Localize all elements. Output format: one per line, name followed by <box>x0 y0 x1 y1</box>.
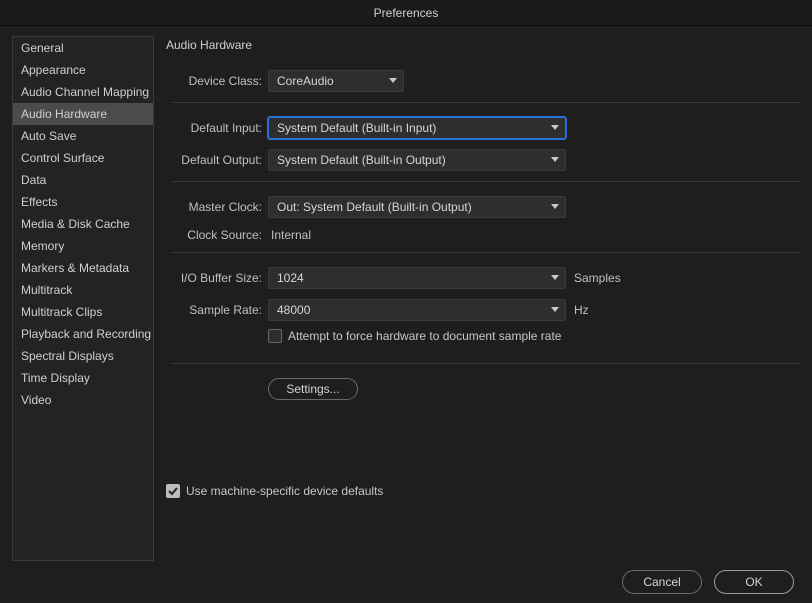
sidebar-item-label: Time Display <box>21 371 90 385</box>
io-buffer-suffix: Samples <box>574 271 621 285</box>
io-buffer-label: I/O Buffer Size: <box>172 271 268 285</box>
chevron-down-icon <box>551 157 559 163</box>
cancel-button[interactable]: Cancel <box>622 570 702 594</box>
force-hardware-checkbox[interactable] <box>268 329 282 343</box>
sidebar-item-label: Data <box>21 173 46 187</box>
sidebar-item-memory[interactable]: Memory <box>13 235 153 257</box>
divider <box>172 252 800 253</box>
sidebar-item-label: Auto Save <box>21 129 76 143</box>
sidebar-item-multitrack-clips[interactable]: Multitrack Clips <box>13 301 153 323</box>
sidebar-item-markers-metadata[interactable]: Markers & Metadata <box>13 257 153 279</box>
sidebar-item-playback-and-recording[interactable]: Playback and Recording <box>13 323 153 345</box>
panel-title: Audio Hardware <box>166 36 800 52</box>
sidebar-item-audio-channel-mapping[interactable]: Audio Channel Mapping <box>13 81 153 103</box>
default-input-value: System Default (Built-in Input) <box>277 118 436 138</box>
divider <box>172 181 800 182</box>
sidebar-item-label: Spectral Displays <box>21 349 114 363</box>
window-title: Preferences <box>374 6 439 20</box>
settings-button[interactable]: Settings... <box>268 378 358 400</box>
machine-defaults-checkbox[interactable] <box>166 484 180 498</box>
device-class-label: Device Class: <box>172 74 268 88</box>
master-clock-label: Master Clock: <box>172 200 268 214</box>
sidebar-item-label: Markers & Metadata <box>21 261 129 275</box>
sample-rate-select[interactable]: 48000 <box>268 299 566 321</box>
default-input-select[interactable]: System Default (Built-in Input) <box>268 117 566 139</box>
sidebar-item-label: Memory <box>21 239 64 253</box>
chevron-down-icon <box>551 275 559 281</box>
clock-source-value: Internal <box>268 228 311 242</box>
io-buffer-value: 1024 <box>277 268 304 288</box>
force-hardware-label: Attempt to force hardware to document sa… <box>288 329 561 343</box>
sidebar-item-label: Media & Disk Cache <box>21 217 130 231</box>
sample-rate-label: Sample Rate: <box>172 303 268 317</box>
master-clock-select[interactable]: Out: System Default (Built-in Output) <box>268 196 566 218</box>
io-buffer-select[interactable]: 1024 <box>268 267 566 289</box>
sidebar-item-label: Multitrack <box>21 283 72 297</box>
sidebar-item-label: Effects <box>21 195 57 209</box>
sidebar-item-control-surface[interactable]: Control Surface <box>13 147 153 169</box>
sidebar-item-appearance[interactable]: Appearance <box>13 59 153 81</box>
sidebar-item-time-display[interactable]: Time Display <box>13 367 153 389</box>
machine-defaults-label: Use machine-specific device defaults <box>186 484 383 498</box>
sidebar-item-label: Control Surface <box>21 151 104 165</box>
divider <box>172 363 800 364</box>
device-class-select[interactable]: CoreAudio <box>268 70 404 92</box>
chevron-down-icon <box>389 78 397 84</box>
default-output-select[interactable]: System Default (Built-in Output) <box>268 149 566 171</box>
sidebar-item-general[interactable]: General <box>13 37 153 59</box>
sample-rate-value: 48000 <box>277 300 310 320</box>
default-output-label: Default Output: <box>172 153 268 167</box>
preferences-sidebar: General Appearance Audio Channel Mapping Au… <box>12 36 154 561</box>
sample-rate-suffix: Hz <box>574 303 589 317</box>
dialog-footer: Cancel OK <box>0 561 812 603</box>
sidebar-item-label: Multitrack Clips <box>21 305 102 319</box>
sidebar-item-label: Audio Channel Mapping <box>21 85 149 99</box>
sidebar-item-multitrack[interactable]: Multitrack <box>13 279 153 301</box>
sidebar-item-video[interactable]: Video <box>13 389 153 411</box>
sidebar-item-media-disk-cache[interactable]: Media & Disk Cache <box>13 213 153 235</box>
sidebar-item-auto-save[interactable]: Auto Save <box>13 125 153 147</box>
sidebar-item-effects[interactable]: Effects <box>13 191 153 213</box>
chevron-down-icon <box>551 307 559 313</box>
clock-source-label: Clock Source: <box>172 228 268 242</box>
divider <box>172 102 800 103</box>
chevron-down-icon <box>551 204 559 210</box>
device-class-value: CoreAudio <box>277 71 334 91</box>
default-output-value: System Default (Built-in Output) <box>277 150 446 170</box>
sidebar-item-label: Video <box>21 393 51 407</box>
master-clock-value: Out: System Default (Built-in Output) <box>277 197 472 217</box>
sidebar-item-data[interactable]: Data <box>13 169 153 191</box>
sidebar-item-spectral-displays[interactable]: Spectral Displays <box>13 345 153 367</box>
chevron-down-icon <box>551 125 559 131</box>
window-titlebar: Preferences <box>0 0 812 26</box>
sidebar-item-label: General <box>21 41 64 55</box>
ok-button[interactable]: OK <box>714 570 794 594</box>
sidebar-item-label: Playback and Recording <box>21 327 151 341</box>
sidebar-item-label: Appearance <box>21 63 86 77</box>
sidebar-item-label: Audio Hardware <box>21 107 107 121</box>
preferences-main: Audio Hardware Device Class: CoreAudio D… <box>154 36 800 561</box>
default-input-label: Default Input: <box>172 121 268 135</box>
sidebar-item-audio-hardware[interactable]: Audio Hardware <box>13 103 153 125</box>
